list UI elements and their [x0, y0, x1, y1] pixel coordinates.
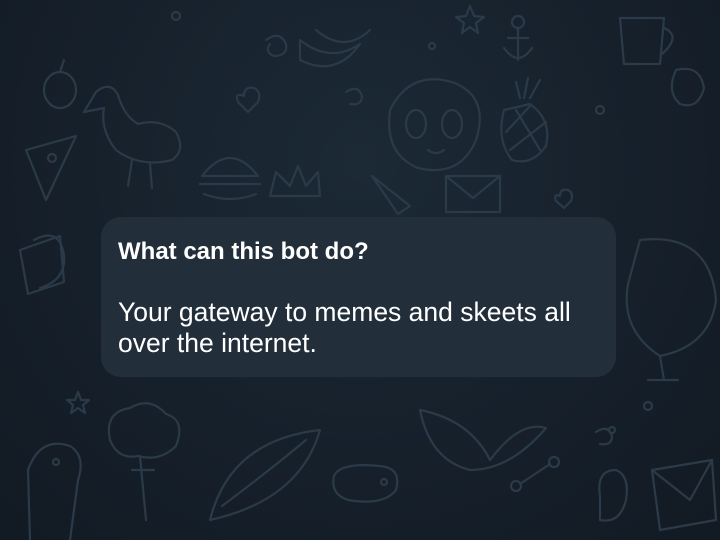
balloon-doodle-icon: [625, 238, 718, 382]
envelope-doodle-icon: [444, 174, 502, 214]
fox-doodle-icon: [418, 408, 548, 472]
box-doodle-icon: [650, 458, 718, 532]
bird-doodle-icon: [82, 85, 182, 190]
popcorn-doodle-icon: [18, 234, 66, 296]
bot-description-bubble: What can this bot do? Your gateway to me…: [101, 217, 616, 377]
fruit-doodle-icon: [42, 58, 78, 110]
broccoli-doodle-icon: [107, 402, 181, 522]
crown-doodle-icon: [268, 164, 322, 198]
carrot-doodle-icon: [370, 174, 412, 216]
anchor-doodle-icon: [502, 14, 534, 62]
panda-doodle-icon: [388, 78, 481, 172]
cup-doodle-icon: [618, 16, 674, 66]
dinosaur-doodle-icon: [26, 442, 82, 540]
bot-description-title: What can this bot do?: [118, 238, 369, 265]
surfboard-doodle-icon: [208, 428, 322, 522]
burger-doodle-icon: [198, 157, 262, 201]
bot-description-text: Your gateway to memes and skeets all ove…: [118, 297, 571, 358]
bone-doodle-icon: [509, 455, 561, 493]
pineapple-doodle-icon: [500, 76, 549, 163]
banana-doodle-icon: [298, 28, 372, 68]
gamepad-doodle-icon: [332, 464, 399, 503]
glove-doodle-icon: [598, 468, 628, 522]
pizza-doodle-icon: [24, 134, 78, 202]
strawberry-doodle-icon: [670, 67, 706, 107]
